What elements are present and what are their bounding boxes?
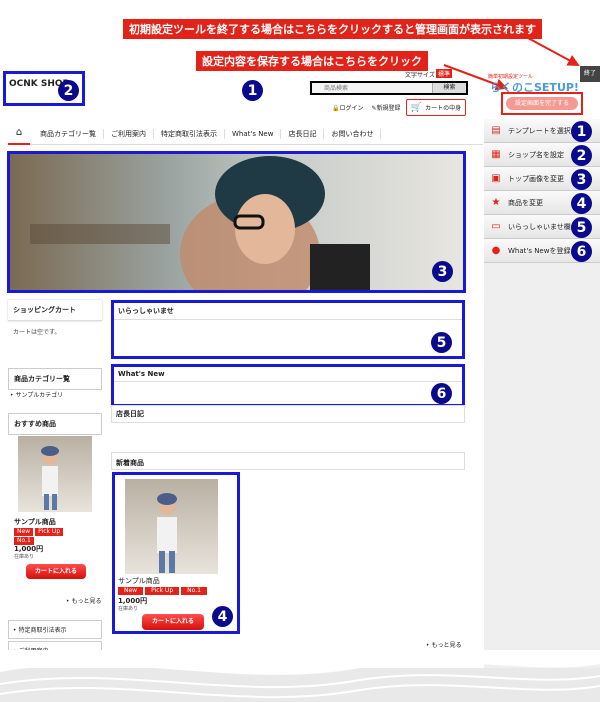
tag-new: New [118, 587, 144, 595]
whatsnew-box[interactable]: What's New 6 [111, 364, 465, 407]
nav-guide[interactable]: ご利用案内 [104, 128, 154, 139]
sidebar-add-cart-button[interactable]: カートに入れる [26, 564, 86, 579]
sidebar-product-image[interactable] [18, 436, 92, 512]
finish-button-box: 設定画面を完了する [501, 92, 583, 115]
template-icon: ▤ [491, 125, 501, 136]
cart-empty-text: カートは空です。 [13, 329, 61, 336]
welcome-icon: ▭ [491, 221, 501, 232]
register-link[interactable]: ✎新規登録 [372, 103, 401, 112]
sidebar-more-link[interactable]: ‣ もっと見る [66, 596, 101, 605]
shop-name-box: OCNK SHOP 2 [3, 71, 85, 106]
finish-setup-button[interactable]: 設定画面を完了する [506, 97, 578, 110]
sidebar-product-name[interactable]: サンプル商品 [14, 517, 56, 527]
nav-items: 商品カテゴリー覧 ご利用案内 特定商取引法表示 What's New 店長日記 … [30, 128, 382, 139]
new-product-stock: 在庫あり [118, 606, 139, 612]
image-icon: ▣ [491, 173, 501, 184]
new-product-add-cart-button[interactable]: カートに入れる [142, 614, 204, 630]
recommend-title: おすすめ商品 [8, 413, 102, 435]
global-nav: ⌂ 商品カテゴリー覧 ご利用案内 特定商取引法表示 What's New 店長日… [8, 123, 483, 145]
setup-item-top-image[interactable]: ▣ トップ画像を変更 3 [484, 167, 600, 191]
badge-5: 5 [431, 332, 452, 353]
home-icon[interactable]: ⌂ [8, 123, 30, 145]
nav-legal[interactable]: 特定商取引法表示 [154, 128, 225, 139]
panel-badge-2: 2 [571, 145, 592, 166]
nav-category[interactable]: 商品カテゴリー覧 [33, 128, 104, 139]
new-product-box[interactable]: サンプル商品 New Pick Up No.1 1,000円 在庫あり カートに入れ… [112, 472, 240, 634]
left-sidebar: ショッピングカート カートは空です。 [8, 300, 102, 342]
badge-6: 6 [431, 383, 452, 404]
whatsnew-title: What's New [114, 367, 462, 382]
tag-no1: No.1 [181, 587, 207, 595]
cart-button[interactable]: 🛒 カートの中身 [406, 99, 466, 116]
search-button[interactable]: 検索 [432, 83, 466, 93]
sidebar-link-legal[interactable]: ‣ 特定商取引法表示 [8, 620, 102, 639]
setup-panel: ▤ テンプレートを選択 1 ▦ ショップ名を設定 2 ▣ トップ画像を変更 3 … [484, 119, 600, 679]
setup-item-shop-name[interactable]: ▦ ショップ名を設定 2 [484, 143, 600, 167]
panel-badge-3: 3 [571, 169, 592, 190]
diary-title: 店長日記 [111, 405, 465, 423]
bottom-wave [0, 650, 600, 702]
login-link[interactable]: 🔒ログイン [332, 103, 364, 112]
panel-badge-4: 4 [571, 193, 592, 214]
speech-bubble-icon: ● [491, 245, 501, 256]
account-links: 🔒ログイン ✎新規登録 [332, 103, 401, 112]
panel-badge-6: 6 [571, 241, 592, 262]
new-product-tags: New Pick Up No.1 [118, 586, 209, 595]
cart-icon: 🛒 [410, 102, 423, 113]
setup-item-whatsnew[interactable]: ● What's Newを登録 6 [484, 239, 600, 263]
badge-3: 3 [432, 261, 453, 282]
hero-image-box[interactable]: 3 [7, 151, 466, 293]
font-size-standard[interactable]: 標準 [436, 69, 453, 78]
new-product-image [125, 479, 218, 574]
badge-2: 2 [58, 80, 79, 101]
star-icon: ★ [491, 197, 501, 208]
search-input[interactable] [312, 83, 432, 93]
main-more-link[interactable]: ‣ もっと見る [426, 640, 461, 649]
cart-title: ショッピングカート [8, 300, 102, 321]
badge-4: 4 [212, 606, 233, 627]
shop-name-icon: ▦ [491, 149, 501, 160]
hero-image [10, 154, 463, 290]
setup-item-welcome[interactable]: ▭ いらっしゃいませ欄 5 [484, 215, 600, 239]
tag-pickup: Pick Up [35, 528, 64, 536]
panel-badge-1: 1 [571, 121, 592, 142]
nav-whatsnew[interactable]: What's New [225, 128, 282, 139]
welcome-box[interactable]: いらっしゃいませ 5 [111, 300, 465, 359]
nav-diary[interactable]: 店長日記 [281, 128, 325, 139]
sidebar-product-tags: New Pick UpNo.1 [14, 527, 84, 545]
setup-item-template[interactable]: ▤ テンプレートを選択 1 [484, 119, 600, 143]
badge-1: 1 [242, 80, 263, 101]
new-product-name[interactable]: サンプル商品 [118, 576, 160, 586]
tag-new: New [14, 528, 34, 536]
panel-badge-5: 5 [571, 217, 592, 238]
sidebar-stock: 在庫あり [14, 554, 35, 560]
category-item[interactable]: ‣ サンプルカテゴリ [10, 390, 63, 399]
font-size-label: 文字サイズ [405, 72, 435, 79]
search-bar: 検索 [310, 81, 468, 95]
nav-contact[interactable]: お問い合わせ [324, 128, 382, 139]
close-setup-button[interactable]: 終了 [580, 66, 600, 82]
new-products-title: 新着商品 [111, 452, 465, 470]
category-title: 商品カテゴリー覧 [8, 368, 102, 390]
welcome-title: いらっしゃいませ [114, 303, 462, 320]
tag-pickup: Pick Up [145, 587, 180, 595]
setup-item-products[interactable]: ★ 商品を変更 4 [484, 191, 600, 215]
